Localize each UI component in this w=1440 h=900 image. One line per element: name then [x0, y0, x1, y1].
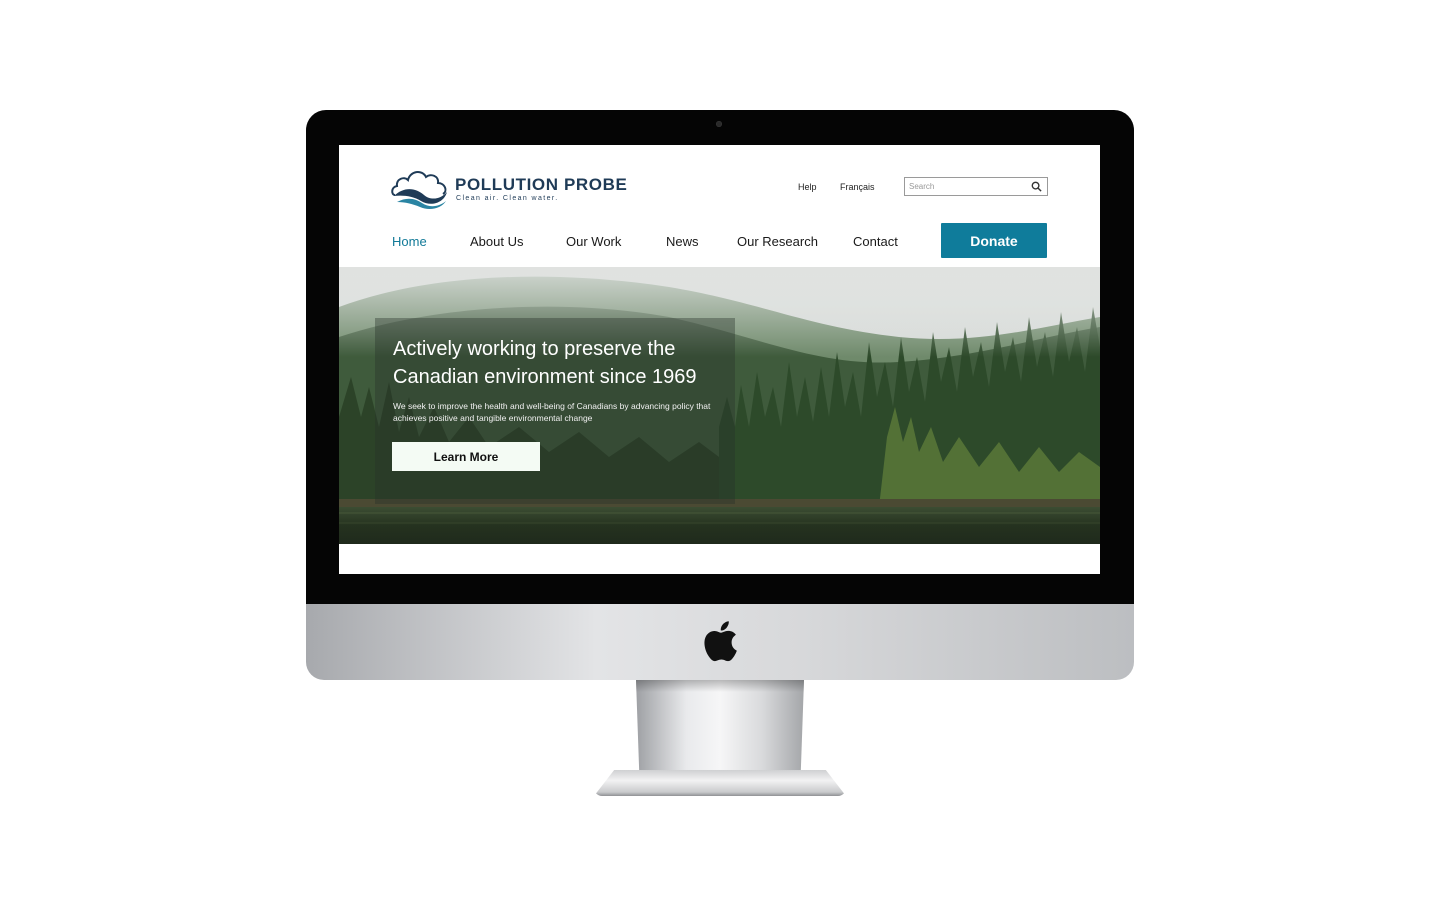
nav-item-about-us[interactable]: About Us: [470, 234, 523, 249]
cloud-wave-logo-icon: [391, 171, 447, 209]
brand-name: POLLUTION PROBE: [455, 175, 628, 194]
search-icon[interactable]: [1031, 181, 1042, 192]
donate-button[interactable]: Donate: [941, 223, 1047, 258]
language-link[interactable]: Français: [840, 182, 875, 192]
search-box: [904, 177, 1048, 196]
learn-more-button[interactable]: Learn More: [392, 442, 540, 471]
nav-item-contact[interactable]: Contact: [853, 234, 898, 249]
stand-neck: [636, 680, 804, 776]
help-link[interactable]: Help: [798, 182, 817, 192]
brand-tagline: Clean air. Clean water.: [456, 195, 559, 202]
hero-banner: Actively working to preserve the Canadia…: [339, 267, 1100, 544]
search-input[interactable]: [909, 180, 1027, 193]
nav-item-our-work[interactable]: Our Work: [566, 234, 621, 249]
stand-base: [594, 770, 846, 796]
stand-neck-shadow: [636, 680, 804, 692]
hero-subtitle: We seek to improve the health and well-b…: [393, 401, 711, 423]
brand-logo[interactable]: POLLUTION PROBE Clean air. Clean water.: [391, 165, 631, 213]
camera-icon: [716, 121, 722, 127]
nav-item-news[interactable]: News: [666, 234, 699, 249]
hero-title: Actively working to preserve the Canadia…: [393, 338, 697, 388]
nav-item-home[interactable]: Home: [392, 234, 427, 249]
nav-item-our-research[interactable]: Our Research: [737, 234, 818, 249]
screen: POLLUTION PROBE Clean air. Clean water. …: [339, 145, 1100, 574]
apple-logo-icon: [704, 621, 737, 662]
